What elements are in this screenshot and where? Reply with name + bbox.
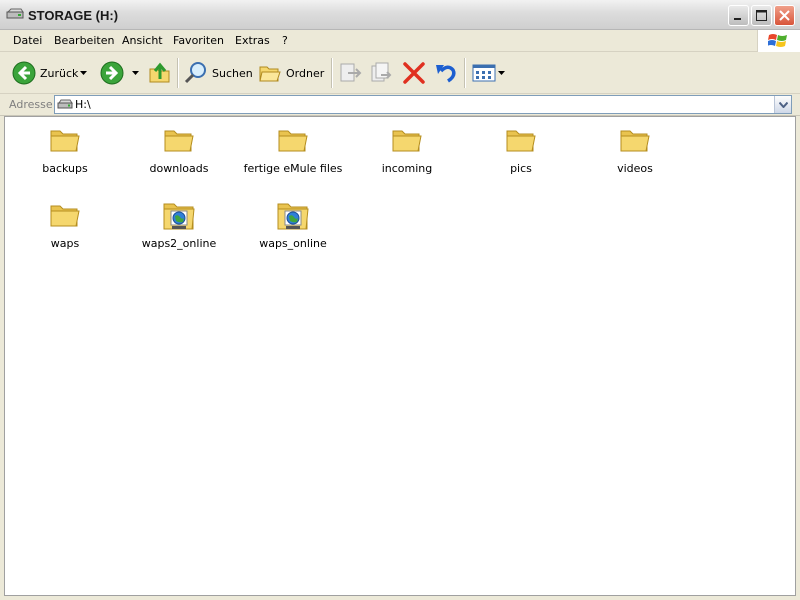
windows-flag-icon [768,34,787,47]
back-label: Zurück [40,66,79,80]
dropdown-arrow-icon [132,70,139,75]
toolbar-separator [331,58,333,88]
copy-to-button[interactable] [369,59,393,87]
item-label: waps_online [259,237,327,250]
item-label: downloads [149,162,209,175]
forward-history-dropdown[interactable] [132,59,139,87]
toolbar: Zurück Suchen Ordner [0,52,800,94]
dropdown-arrow-icon [80,70,87,75]
maximize-icon [756,10,767,21]
item-label: waps2_online [141,237,217,250]
folder-up-icon [149,62,170,83]
folder-icon [504,125,538,159]
shared-folder-item[interactable]: waps_online [238,200,348,250]
folder-item[interactable]: pics [466,125,576,175]
forward-button[interactable] [100,59,124,87]
toolbar-separator [464,58,466,88]
folder-item[interactable]: downloads [124,125,234,175]
move-to-button[interactable] [338,59,362,87]
folder-item[interactable]: incoming [352,125,462,175]
web-folder-icon [162,200,196,234]
folder-item[interactable]: videos [580,125,690,175]
folder-item[interactable]: waps [10,200,120,250]
delete-x-icon [403,62,425,84]
item-label: pics [510,162,532,175]
item-label: waps [50,237,80,250]
views-icon [472,64,496,82]
back-button[interactable]: Zurück [12,59,78,87]
undo-icon [436,65,456,83]
drive-icon [57,99,73,109]
item-label: backups [42,162,88,175]
folder-icon [48,125,82,159]
copy-to-icon [371,62,392,82]
folder-icon [276,125,310,159]
folders-icon [259,66,281,82]
menu-extras[interactable]: Extras [235,34,270,47]
dropdown-arrow-icon [498,70,505,75]
address-value: H:\ [75,98,91,111]
menu-favoriten[interactable]: Favoriten [173,34,224,47]
address-bar: Adresse H:\ [0,94,800,116]
maximize-button[interactable] [751,5,772,26]
move-to-icon [340,63,362,82]
item-label: videos [617,162,653,175]
item-label: fertige eMule files [243,162,343,175]
address-dropdown-button[interactable] [774,96,791,113]
explorer-window: STORAGE (H:) Datei Bearbeiten Ansicht Fa… [0,0,800,600]
folder-icon [162,125,196,159]
menu-datei[interactable]: Datei [13,34,42,47]
item-label: incoming [381,162,433,175]
undo-button[interactable] [434,59,458,87]
file-list-view[interactable]: backups downloads fertige eMule files incom… [4,116,796,596]
window-title: STORAGE (H:) [28,8,119,23]
up-folder-button[interactable] [148,59,172,87]
folder-icon [618,125,652,159]
folder-item[interactable]: fertige eMule files [238,125,348,175]
close-icon [779,10,790,21]
address-input[interactable]: H:\ [54,95,792,114]
window-frame [0,596,800,600]
back-arrow-icon [12,61,36,85]
delete-button[interactable] [402,59,426,87]
folder-icon [390,125,424,159]
search-label: Suchen [212,66,253,80]
minimize-icon [734,18,741,20]
folder-item[interactable]: backups [10,125,120,175]
folders-label: Ordner [286,66,325,80]
search-button[interactable]: Suchen [184,59,253,87]
close-button[interactable] [774,5,795,26]
folder-icon [48,200,82,234]
drive-icon [6,8,24,19]
minimize-button[interactable] [728,5,749,26]
chevron-down-icon [779,102,788,108]
address-label: Adresse [9,98,53,111]
toolbar-separator [177,58,179,88]
menu-ansicht[interactable]: Ansicht [122,34,163,47]
forward-arrow-icon [100,61,124,85]
windows-logo [757,30,800,52]
shared-folder-item[interactable]: waps2_online [124,200,234,250]
menu-help[interactable]: ? [282,34,288,47]
views-button[interactable] [472,59,505,87]
folders-button[interactable]: Ordner [258,59,324,87]
web-folder-icon [276,200,310,234]
menu-bearbeiten[interactable]: Bearbeiten [54,34,114,47]
menu-bar: Datei Bearbeiten Ansicht Favoriten Extra… [0,30,800,52]
back-history-dropdown[interactable] [80,59,87,87]
title-bar[interactable]: STORAGE (H:) [0,0,800,30]
search-icon [184,62,206,84]
